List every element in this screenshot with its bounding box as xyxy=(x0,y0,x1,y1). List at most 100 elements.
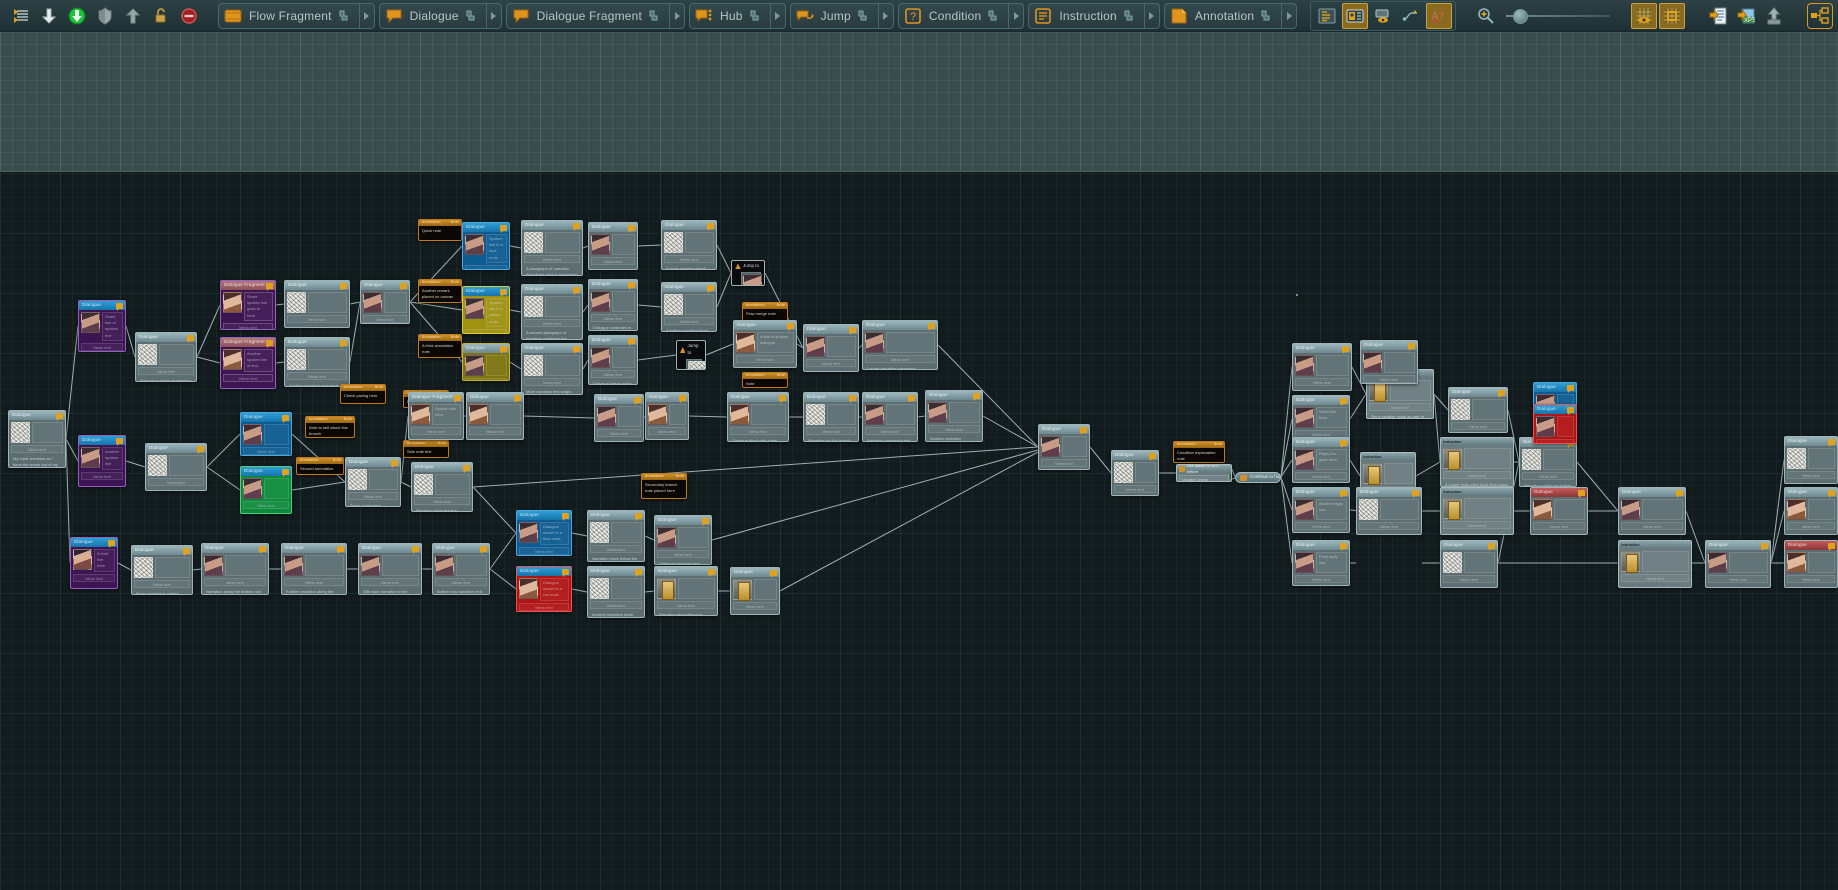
speaker-text[interactable] xyxy=(1135,462,1156,483)
dialogue-node[interactable]: Dialogue Short line here. Menu text xyxy=(1292,395,1350,443)
speaker-text[interactable] xyxy=(949,402,980,423)
speaker-text[interactable] xyxy=(264,478,289,499)
enter-node-icon[interactable] xyxy=(64,3,90,29)
dialogue-fragment-node[interactable]: Dialogue Menu text My voice trembles as I … xyxy=(8,410,66,468)
dialogue-node[interactable]: Dialogue Menu text Edge dialogue node. xyxy=(1784,487,1838,535)
instruction-field[interactable] xyxy=(1384,463,1413,484)
dialogue-fragment-node[interactable]: Dialogue Menu text A further narration blo… xyxy=(661,282,717,332)
dialogue-fragment-node[interactable]: Dialogue Menu text Narration text filling … xyxy=(284,280,350,328)
speaker-text[interactable] xyxy=(685,232,714,253)
speaker-text[interactable]: Some spoken line goes in here. xyxy=(244,292,273,321)
speaker-text[interactable] xyxy=(1316,355,1349,376)
dialogue-fragment-node[interactable]: Dialogue Menu text Narration ends this bra… xyxy=(730,567,780,615)
speaker-text[interactable]: Spoken line in a blue node. xyxy=(486,234,507,263)
dialogue-node[interactable]: Dialogue A third line here Menu text xyxy=(70,537,118,589)
speaker-text[interactable] xyxy=(886,404,915,425)
speaker-text[interactable] xyxy=(1808,499,1835,520)
dialogue-node[interactable]: Dialogue Fragment Some spoken line goes i… xyxy=(220,280,276,330)
dialogue-fragment-node[interactable]: Dialogue Menu text Narration after the mer… xyxy=(1111,450,1159,496)
export-document-icon[interactable] xyxy=(1705,3,1731,29)
forbidden-icon[interactable] xyxy=(176,3,202,29)
list-outline-icon[interactable] xyxy=(8,3,34,29)
pin-icon[interactable] xyxy=(647,8,661,24)
speaker-text[interactable] xyxy=(678,527,709,548)
arrow-down-icon[interactable] xyxy=(36,3,62,29)
template-button-jump-dropdown[interactable] xyxy=(877,3,893,28)
dialogue-fragment-node[interactable]: Dialogue Menu text Narration bottom right. xyxy=(1440,540,1498,588)
dialogue-node[interactable]: Dialogue Menu text xyxy=(240,412,292,456)
layout-graph-icon[interactable] xyxy=(1807,2,1834,29)
speaker-text[interactable] xyxy=(611,522,642,543)
speaker-text[interactable] xyxy=(159,344,194,365)
annotation-node[interactable]: Annotation Note Quick note xyxy=(418,219,462,241)
template-button-instruction-dropdown[interactable] xyxy=(1143,3,1159,28)
template-button-dialogue-fragment-main[interactable]: Dialogue Fragment xyxy=(507,4,669,28)
annotation-node[interactable]: Annotation Note Second annotation here xyxy=(296,457,344,475)
spellcheck-icon[interactable]: A? xyxy=(1426,2,1453,29)
zoom-slider-handle[interactable] xyxy=(1513,8,1529,24)
speaker-text[interactable] xyxy=(1062,436,1087,457)
annotation-node[interactable]: Annotation Note Flow merge note xyxy=(742,302,788,322)
speaker-text[interactable] xyxy=(1543,449,1574,470)
show-pins-icon[interactable] xyxy=(1370,3,1396,29)
show-properties-icon[interactable] xyxy=(1314,3,1340,29)
speaker-text[interactable] xyxy=(1557,416,1574,437)
jump-node[interactable]: Jump to xyxy=(731,260,765,286)
speaker-text[interactable] xyxy=(155,557,190,578)
dialogue-node[interactable]: Dialogue A line of spoken dialogue. Menu t… xyxy=(733,320,797,368)
dialogue-fragment-node[interactable]: Dialogue Menu text Narration block leading… xyxy=(411,462,473,512)
dialogue-node[interactable]: Dialogue Menu text Edge dialogue node two. xyxy=(1784,540,1838,588)
unlock-icon[interactable] xyxy=(148,3,174,29)
dialogue-fragment-node[interactable]: Dialogue Menu text Narration near right ed… xyxy=(1618,487,1686,535)
template-button-flow-fragment-dropdown[interactable] xyxy=(358,3,374,28)
speaker-text[interactable]: Another reply line. xyxy=(1316,499,1347,520)
template-button-jump[interactable]: Jump xyxy=(789,2,894,29)
dialogue-fragment-node[interactable]: Dialogue Menu text Longer narration paragr… xyxy=(862,320,938,370)
flow-canvas[interactable]: Dialogue Menu text My voice trembles as I … xyxy=(0,32,1838,890)
dialogue-node[interactable]: Dialogue Menu text xyxy=(360,280,410,324)
dialogue-fragment-node[interactable]: Dialogue Menu text Some connective narrati… xyxy=(345,457,401,507)
dialogue-node[interactable]: Dialogue Menu text Dialogue block with a f… xyxy=(727,392,789,442)
speaker-text[interactable] xyxy=(1464,552,1495,573)
dialogue-fragment-node[interactable]: Dialogue Menu text Bottom row narration en… xyxy=(432,543,490,595)
dialogue-fragment-node[interactable]: Dialogue Menu text Narration along the bot… xyxy=(201,543,269,595)
dialogue-node[interactable]: Dialogue Menu text Dialogue line shown her… xyxy=(588,222,638,270)
template-button-dialogue[interactable]: Dialogue xyxy=(378,2,502,29)
dialogue-fragment-node[interactable]: Dialogue Menu text Edge narration node. xyxy=(1784,436,1838,484)
speaker-text[interactable]: Some line of spoken text xyxy=(102,312,123,341)
speaker-text[interactable]: A line of spoken dialogue. xyxy=(757,332,794,353)
annotation-node[interactable]: Annotation Note A third annotation note xyxy=(418,334,462,358)
instruction-node[interactable]: Instruction Menu text Instruction with hig… xyxy=(1440,487,1514,535)
speaker-text[interactable] xyxy=(612,347,635,368)
dialogue-node[interactable]: Dialogue Final reply line. Menu text xyxy=(1292,540,1350,586)
template-button-jump-main[interactable]: Jump xyxy=(791,4,878,28)
arrow-up-icon[interactable] xyxy=(120,3,146,29)
pin-icon[interactable] xyxy=(1259,8,1273,24)
export-xps-icon[interactable]: XPS xyxy=(1733,3,1759,29)
dialogue-node[interactable]: Dialogue Spoken line in a blue node. Menu … xyxy=(462,222,510,270)
speaker-text[interactable] xyxy=(456,555,487,576)
annotation-node[interactable]: Annotation Note Condition explanation note xyxy=(1173,441,1225,463)
speaker-text[interactable] xyxy=(369,469,398,490)
speaker-text[interactable] xyxy=(225,555,266,576)
speaker-text[interactable] xyxy=(678,578,715,599)
speaker-text[interactable] xyxy=(751,404,786,425)
dialogue-node[interactable]: Dialogue Menu text Dialogue response text. xyxy=(654,515,712,565)
template-button-instruction[interactable]: Instruction xyxy=(1028,2,1160,29)
instruction-node[interactable]: Instruction Menu text Instruction set near… xyxy=(1618,540,1692,588)
dialogue-fragment-node[interactable]: Dialogue Menu text Narration continues her… xyxy=(803,324,859,372)
speaker-text[interactable]: A third line here xyxy=(94,549,115,572)
template-button-hub-main[interactable]: Hub xyxy=(690,4,770,28)
speaker-text[interactable]: Another spoken line of text. xyxy=(244,349,273,372)
pin-icon[interactable] xyxy=(337,8,351,24)
speaker-text[interactable] xyxy=(611,578,642,599)
speaker-text[interactable]: Spoken line in a yellow node. xyxy=(486,298,507,327)
dialogue-fragment-node[interactable]: Dialogue Menu text A second paragraph of n… xyxy=(521,284,583,340)
dialogue-fragment-node[interactable]: Dialogue Menu text Another narration seque… xyxy=(284,337,350,387)
dialogue-fragment-node[interactable]: Dialogue Menu text Narration paragraph tex… xyxy=(862,392,918,442)
dialogue-node[interactable]: Dialogue Spoken line in a yellow node. Men… xyxy=(462,286,510,334)
shield-icon[interactable] xyxy=(92,3,118,29)
dialogue-fragment-node[interactable]: Dialogue Menu text Narration block below t… xyxy=(587,510,645,562)
template-button-annotation-dropdown[interactable] xyxy=(1281,3,1296,28)
speaker-text[interactable] xyxy=(545,232,580,253)
